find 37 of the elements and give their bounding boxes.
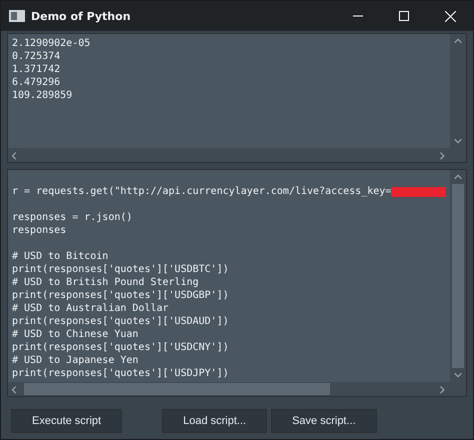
code-line: r = requests.get("http://api.currencylayer.com/live?access_key=: [12, 185, 392, 198]
output-line: 6.479296: [12, 76, 62, 89]
code-line: # USD to Bitcoin: [12, 251, 108, 262]
scroll-down-icon[interactable]: [453, 136, 463, 146]
code-line: print(responses['quotes']['USDGBP']): [12, 290, 229, 301]
code-line: # USD to Chinese Yuan: [12, 329, 138, 340]
code-editor[interactable]: [7, 169, 467, 397]
vertical-scrollbar[interactable]: [450, 34, 466, 148]
scrollbar-thumb[interactable]: [24, 383, 330, 395]
scrollbar-thumb[interactable]: [452, 184, 464, 368]
code-line: # USD to Japanese Yen: [12, 355, 138, 366]
app-icon: [9, 10, 25, 22]
scroll-down-icon[interactable]: [453, 370, 463, 380]
code-line: responses: [12, 225, 66, 236]
code-line: # USD to Australian Dollar: [12, 303, 169, 314]
code-line: print(responses['quotes']['USDCNY']): [12, 342, 229, 353]
script-button[interactable]: Load script...: [162, 409, 268, 433]
code-line: # USD to British Pound Sterling: [12, 277, 199, 288]
output-line: 109.289859: [12, 89, 74, 102]
maximize-icon: [399, 11, 409, 21]
output-line: 2.1290902e-05: [12, 37, 92, 50]
horizontal-scrollbar[interactable]: [8, 148, 450, 162]
scroll-up-icon[interactable]: [453, 172, 463, 182]
output-line: 0.725374: [12, 50, 62, 63]
scroll-up-icon[interactable]: [453, 36, 463, 46]
output-line: 1.371742: [12, 63, 62, 76]
code-line: print(responses['quotes']['USDJPY']): [12, 368, 229, 379]
code-line: print(responses['quotes']['USDBTC']): [12, 264, 229, 275]
close-icon: [444, 10, 456, 22]
code-line: responses = r.json(): [12, 212, 132, 223]
code-line: print(responses['quotes']['USDAUD']): [12, 316, 229, 327]
script-button[interactable]: Execute script: [11, 409, 122, 433]
horizontal-scrollbar[interactable]: [8, 382, 450, 396]
vertical-scrollbar[interactable]: [450, 170, 466, 382]
window-title: Demo of Python: [31, 10, 132, 22]
redaction-bar: [391, 186, 446, 196]
script-button[interactable]: Save script...: [271, 409, 377, 433]
